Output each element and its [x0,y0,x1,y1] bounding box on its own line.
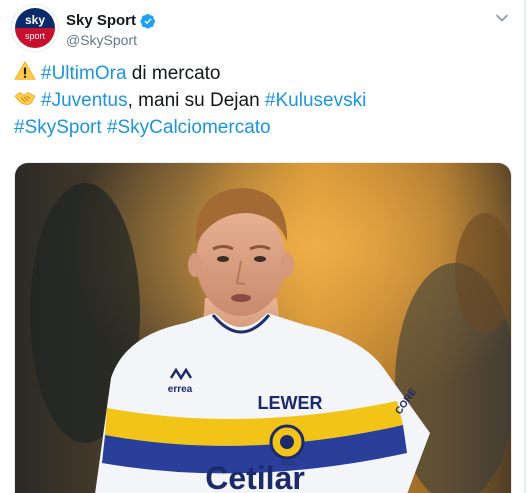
tweet-text: #UltimOra di mercato #Juventus, mani su … [14,60,514,141]
hashtag-link[interactable]: #Kulusevski [265,90,366,111]
author-name[interactable]: Sky Sport [66,12,136,30]
verified-badge-icon [140,14,156,29]
tweet-text-segment: di mercato [126,63,221,84]
avatar-bottom-text: sport [25,31,46,41]
sky-sport-logo: sky sport [12,5,58,51]
avatar-top-text: sky [25,13,45,27]
tweet-media-photo[interactable]: LEWER errea 1913 Cetilar CORE [14,162,512,493]
shirt-main-sponsor-text: Cetilar [205,460,305,493]
tweet-line-3: #SkySport #SkyCalciomercato [14,114,514,141]
author-handle[interactable]: @SkySport [66,31,156,49]
shirt-sponsor-text: LEWER [258,393,323,413]
tweet-line-2: #Juventus, mani su Dejan #Kulusevski [14,87,514,114]
hashtag-link[interactable]: #UltimOra [41,63,127,84]
tweet-card: sky sport Sky Sport @SkySport #UltimOra … [0,0,526,493]
author-block: Sky Sport @SkySport [66,12,156,49]
hashtag-link[interactable]: #Juventus [41,90,128,111]
tweet-line-1: #UltimOra di mercato [14,60,514,87]
avatar[interactable]: sky sport [12,5,58,51]
hashtag-link[interactable]: #SkySport [14,117,102,138]
player-photo: LEWER errea 1913 Cetilar CORE [15,163,511,493]
hashtag-link[interactable]: #SkyCalciomercato [107,117,271,138]
tweet-text-segment: , mani su Dejan [127,90,265,111]
handshake-icon [14,87,36,109]
kit-brand-text: errea [168,384,193,395]
chevron-down-icon[interactable] [494,10,510,26]
warning-icon [14,60,36,82]
